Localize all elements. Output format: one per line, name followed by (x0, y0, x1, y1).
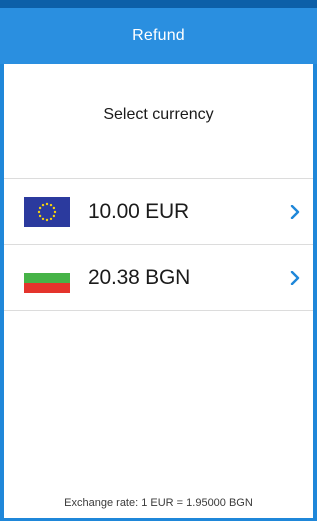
currency-list: 10.00 EUR 20.38 BGN (4, 178, 313, 311)
currency-amount: 10.00 EUR (88, 199, 189, 223)
currency-option-bgn[interactable]: 20.38 BGN (4, 245, 313, 311)
eu-flag-icon (24, 196, 70, 227)
chevron-right-icon (287, 203, 303, 221)
exchange-rate-text: Exchange rate: 1 EUR = 1.95000 BGN (64, 497, 253, 509)
currency-amount: 20.38 BGN (88, 265, 191, 289)
page-title: Refund (132, 27, 185, 44)
refund-screen: Refund Select currency 10.00 EUR 20.38 B… (0, 0, 317, 521)
app-header: Refund (0, 8, 317, 64)
chevron-right-icon (287, 269, 303, 287)
status-bar (0, 0, 317, 8)
select-currency-label: Select currency (103, 106, 214, 123)
bulgaria-flag-icon (24, 262, 70, 293)
currency-option-eur[interactable]: 10.00 EUR (4, 179, 313, 245)
